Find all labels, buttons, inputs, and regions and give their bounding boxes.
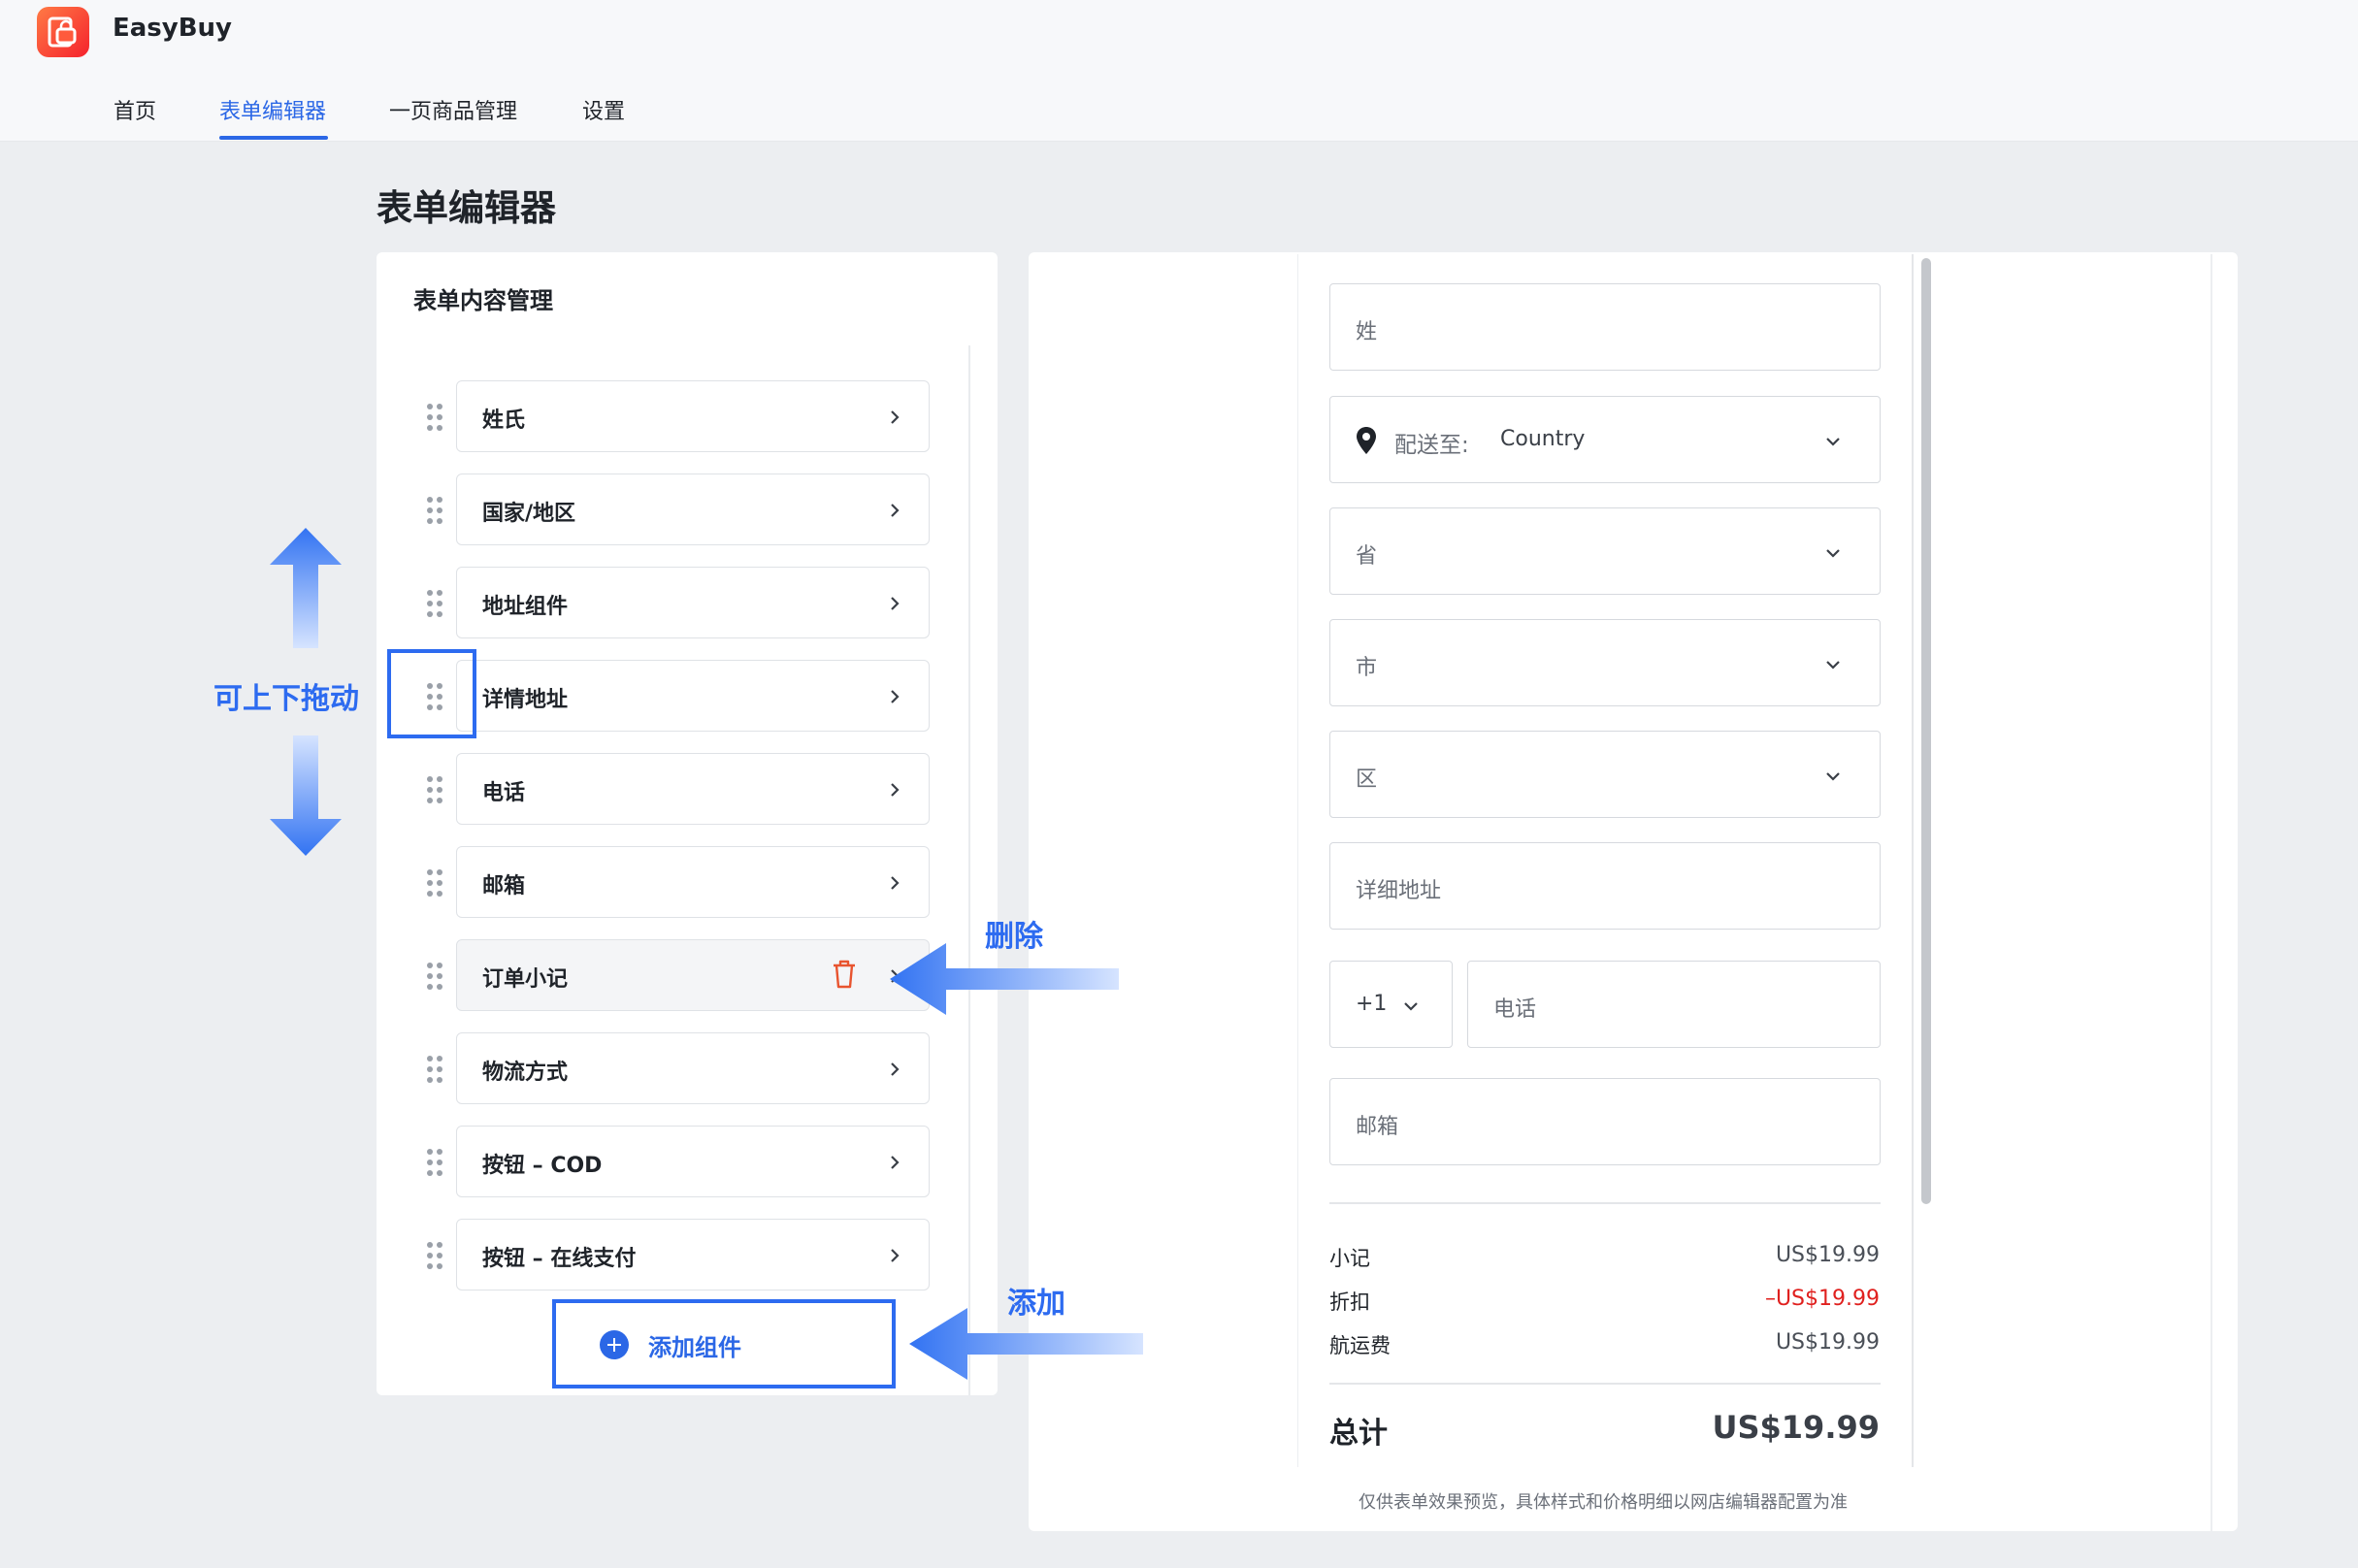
district-select[interactable]: 区 [1329,731,1881,818]
form-item-label: 姓氏 [482,408,526,433]
drag-handle-icon[interactable] [427,1242,444,1271]
discount-label: 折扣 [1329,1290,1370,1314]
drag-handle-icon[interactable] [427,963,444,992]
city-select[interactable]: 市 [1329,619,1881,706]
chevron-down-icon [1825,655,1841,673]
preview-scroll-track [1912,254,1914,1467]
chevron-right-icon [890,503,900,522]
subtotal-label: 小记 [1329,1247,1370,1270]
nav-form-editor[interactable]: 表单编辑器 [219,94,326,125]
last-name-input[interactable]: 姓 [1329,283,1881,371]
form-item[interactable]: 按钮 – COD [456,1126,930,1197]
add-component-button[interactable]: 添加组件 [552,1299,896,1388]
drag-handle-highlight [387,649,476,738]
form-item-label: 国家/地区 [482,502,576,526]
location-pin-icon [1356,426,1377,459]
form-item-label: 按钮 – COD [482,1154,603,1178]
form-item[interactable]: 物流方式 [456,1032,930,1104]
last-name-placeholder: 姓 [1356,320,1378,344]
country-placeholder: Country [1500,427,1586,451]
drag-handle-icon[interactable] [427,497,444,526]
chevron-right-icon [890,596,900,615]
phone-code: +1 [1356,992,1388,1016]
active-tab-indicator [219,136,328,140]
panel-scrollbar[interactable] [968,345,970,1395]
drag-handle-icon[interactable] [427,1056,444,1085]
chevron-right-icon [890,1155,900,1174]
country-select[interactable]: 配送至: Country [1329,396,1881,483]
app-logo-icon[interactable] [37,7,89,57]
form-item[interactable]: 按钮 – 在线支付 [456,1219,930,1290]
drag-handle-icon[interactable] [427,590,444,619]
form-item[interactable]: 详情地址 [456,660,930,732]
total-label: 总计 [1329,1417,1388,1451]
form-item-label: 邮箱 [482,874,526,898]
province-placeholder: 省 [1356,544,1378,569]
trash-icon[interactable] [831,959,858,994]
panel-title: 表单内容管理 [413,287,553,314]
address-input[interactable]: 详细地址 [1329,842,1881,930]
nav-home[interactable]: 首页 [114,94,156,125]
chevron-right-icon [890,689,900,708]
nav-product-management[interactable]: 一页商品管理 [389,94,517,125]
phone-placeholder: 电话 [1493,997,1537,1022]
preview-frame-edge [1297,254,1298,1467]
email-placeholder: 邮箱 [1356,1115,1399,1139]
chevron-right-icon [890,782,900,801]
drag-annotation: 可上下拖动 [213,682,359,716]
chevron-down-icon [1825,767,1841,785]
phone-input[interactable]: 电话 [1467,961,1881,1048]
chevron-right-icon [890,875,900,895]
page-title: 表单编辑器 [377,187,556,229]
form-item-label: 按钮 – 在线支付 [482,1247,637,1271]
chevron-down-icon [1825,432,1841,450]
chevron-right-icon [890,1248,900,1267]
total-value: US$19.99 [1712,1409,1880,1446]
preview-scrollbar[interactable] [1921,258,1931,1204]
drag-handle-icon[interactable] [427,776,444,805]
chevron-down-icon [1825,543,1841,562]
arrow-left-delete-annotation [890,943,1119,1015]
summary-divider [1329,1202,1881,1204]
form-item-label: 物流方式 [482,1061,569,1085]
form-item[interactable]: 电话 [456,753,930,825]
arrow-down-annotation [270,735,342,856]
form-item-label: 订单小记 [482,967,569,992]
chevron-right-icon [890,409,900,429]
add-component-label: 添加组件 [648,1334,741,1361]
top-bar: EasyBuy 首页 表单编辑器 一页商品管理 设置 [0,0,2358,142]
drag-handle-icon[interactable] [427,869,444,898]
shipping-fee-value: US$19.99 [1775,1330,1880,1355]
preview-disclaimer: 仅供表单效果预览，具体样式和价格明细以网店编辑器配置为准 [1359,1492,1848,1513]
form-item-label: 电话 [482,781,526,805]
shipping-fee-label: 航运费 [1329,1334,1391,1357]
arrow-up-annotation [270,528,342,648]
form-item[interactable]: 地址组件 [456,567,930,638]
city-placeholder: 市 [1356,656,1378,680]
address-placeholder: 详细地址 [1356,879,1442,903]
form-item[interactable]: 邮箱 [456,846,930,918]
district-placeholder: 区 [1356,768,1378,792]
form-item-label: 地址组件 [482,595,569,619]
total-divider [1329,1383,1881,1385]
arrow-left-add-annotation [909,1308,1143,1380]
shipping-prefix: 配送至: [1394,433,1469,458]
form-item[interactable]: 姓氏 [456,380,930,452]
phone-code-select[interactable]: +1 [1329,961,1453,1048]
preview-right-edge [2211,254,2212,1531]
form-item[interactable]: 订单小记 [456,939,930,1011]
drag-handle-icon[interactable] [427,1149,444,1178]
nav-settings[interactable]: 设置 [582,94,625,125]
chevron-down-icon [1403,996,1419,1015]
drag-handle-icon[interactable] [427,404,444,433]
app-name: EasyBuy [113,14,233,43]
plus-circle-icon [600,1330,629,1359]
chevron-right-icon [890,1062,900,1081]
email-input[interactable]: 邮箱 [1329,1078,1881,1165]
subtotal-value: US$19.99 [1775,1243,1880,1267]
form-item-label: 详情地址 [482,688,569,712]
discount-value: –US$19.99 [1764,1287,1880,1311]
form-item[interactable]: 国家/地区 [456,474,930,545]
province-select[interactable]: 省 [1329,507,1881,595]
